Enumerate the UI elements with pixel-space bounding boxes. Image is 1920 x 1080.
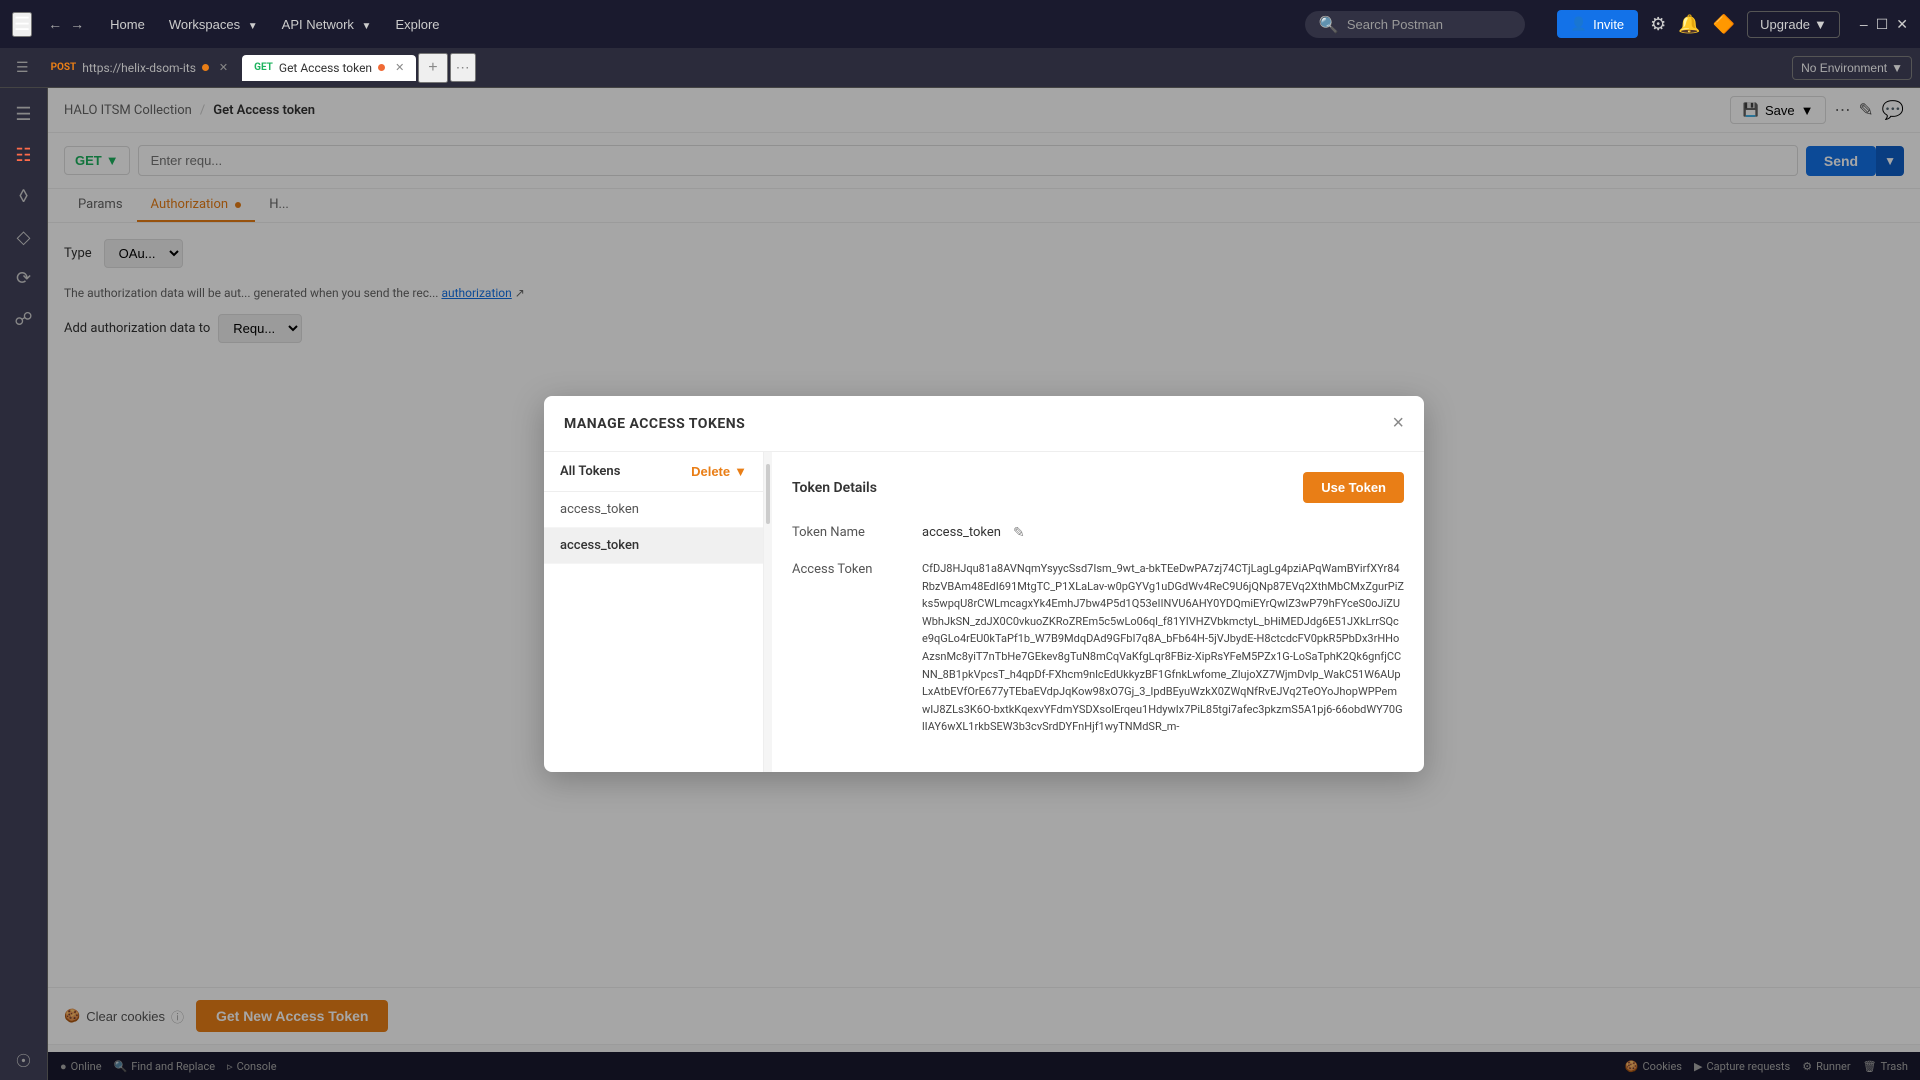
upgrade-button[interactable]: Upgrade ▼	[1747, 11, 1840, 38]
delete-button[interactable]: Delete ▼	[691, 464, 747, 479]
more-tabs-button[interactable]: ⋯	[450, 53, 476, 82]
environment-select[interactable]: No Environment ▼	[1792, 56, 1912, 80]
token-name-label: Token Name	[792, 523, 902, 544]
sidebar-icon-api[interactable]: ◊	[11, 178, 36, 215]
sidebar-icon-history[interactable]: ⟳	[8, 260, 39, 297]
delete-chevron-icon: ▼	[734, 464, 747, 479]
modal-body: All Tokens Delete ▼ access_token access_…	[544, 452, 1424, 772]
chevron-down-icon: ▼	[1814, 17, 1827, 32]
method-label-get: GET	[254, 62, 273, 73]
sidebar-icon-collections[interactable]: ☰	[7, 96, 39, 133]
sidebar-icon-monitor[interactable]: ☷	[7, 137, 39, 174]
manage-tokens-modal: MANAGE ACCESS TOKENS × All Tokens Delete…	[544, 396, 1424, 772]
tab-label-get: Get Access token	[279, 61, 372, 75]
add-tab-button[interactable]: +	[418, 53, 447, 83]
notifications-button[interactable]: 🔔	[1678, 14, 1700, 35]
back-button[interactable]: ←	[48, 16, 62, 32]
minimize-button[interactable]: –	[1860, 16, 1868, 33]
token-details-header: Token Details Use Token	[792, 472, 1404, 503]
tab-get-access-token[interactable]: GET Get Access token ✕	[242, 55, 416, 81]
invite-icon: 👤	[1571, 16, 1587, 32]
window-controls: – ☐ ✕	[1860, 16, 1908, 33]
token-name-row: Token Name access_token ✎	[792, 523, 1404, 544]
token-list-panel: All Tokens Delete ▼ access_token access_…	[544, 452, 764, 772]
modal-header: MANAGE ACCESS TOKENS ×	[544, 396, 1424, 452]
search-bar[interactable]: 🔍	[1305, 11, 1525, 38]
top-bar: ☰ ← → Home Workspaces ▼ API Network ▼ Ex…	[0, 0, 1920, 48]
sidebar-icon-share[interactable]: ☍	[6, 301, 40, 338]
tab-close-get[interactable]: ✕	[395, 61, 404, 74]
unsaved-dot-get	[378, 64, 385, 71]
modal-close-button[interactable]: ×	[1392, 412, 1404, 435]
nav-arrows: ← →	[48, 16, 84, 32]
token-details-panel: Token Details Use Token Token Name acces…	[772, 452, 1424, 772]
content-area: HALO ITSM Collection / Get Access token …	[48, 88, 1920, 1080]
nav-workspaces[interactable]: Workspaces ▼	[159, 13, 268, 36]
scrollbar-thumb	[766, 464, 770, 524]
modal-overlay: MANAGE ACCESS TOKENS × All Tokens Delete…	[48, 88, 1920, 1080]
tab-close-post[interactable]: ✕	[219, 61, 228, 74]
token-item-0[interactable]: access_token	[544, 492, 763, 528]
settings-button[interactable]: ⚙	[1650, 14, 1666, 35]
sidebar-icon-bottom[interactable]: ☉	[7, 1043, 39, 1080]
all-tokens-label: All Tokens	[560, 464, 620, 479]
search-icon: 🔍	[1319, 15, 1339, 34]
invite-button[interactable]: 👤 Invite	[1557, 10, 1638, 38]
sidebar-toggle[interactable]: ☰	[8, 56, 37, 80]
token-name-value: access_token ✎	[922, 523, 1404, 544]
maximize-button[interactable]: ☐	[1876, 16, 1889, 33]
method-label-post: POST	[51, 62, 77, 73]
nav-home[interactable]: Home	[100, 13, 155, 36]
tab-post[interactable]: POST https://helix-dsom-its ✕	[39, 55, 241, 81]
nav-explore[interactable]: Explore	[385, 13, 449, 36]
use-token-button[interactable]: Use Token	[1303, 472, 1404, 503]
token-details-title: Token Details	[792, 480, 877, 496]
env-chevron-icon: ▼	[1891, 61, 1903, 75]
access-token-row: Access Token CfDJ8HJqu81a8AVNqmYsyycSsd7…	[792, 560, 1404, 736]
token-list-header: All Tokens Delete ▼	[544, 452, 763, 492]
token-item-1[interactable]: access_token	[544, 528, 763, 564]
avatar-button[interactable]: 🔶	[1713, 14, 1735, 35]
forward-button[interactable]: →	[70, 16, 84, 32]
sidebar: ☰ ☷ ◊ ◇ ⟳ ☍ ☉	[0, 88, 48, 1080]
tab-bar: ☰ POST https://helix-dsom-its ✕ GET Get …	[0, 48, 1920, 88]
nav-api-network[interactable]: API Network ▼	[272, 13, 382, 36]
unsaved-dot-post	[202, 64, 209, 71]
close-button[interactable]: ✕	[1896, 16, 1908, 33]
top-right-actions: 👤 Invite ⚙ 🔔 🔶 Upgrade ▼ – ☐ ✕	[1557, 10, 1908, 38]
modal-scrollbar[interactable]	[764, 452, 772, 772]
access-token-value: CfDJ8HJqu81a8AVNqmYsyycSsd7Ism_9wt_a-bkT…	[922, 560, 1404, 736]
main-layout: ☰ ☷ ◊ ◇ ⟳ ☍ ☉ HALO ITSM Collection / Get…	[0, 88, 1920, 1080]
search-input[interactable]	[1347, 17, 1507, 32]
access-token-label: Access Token	[792, 560, 902, 736]
token-name-edit-icon[interactable]: ✎	[1013, 523, 1025, 544]
tab-label-post: https://helix-dsom-its	[82, 61, 196, 75]
nav-items: Home Workspaces ▼ API Network ▼ Explore	[100, 13, 449, 36]
sidebar-icon-environments[interactable]: ◇	[9, 219, 39, 256]
modal-title: MANAGE ACCESS TOKENS	[564, 416, 745, 432]
menu-button[interactable]: ☰	[12, 12, 32, 37]
